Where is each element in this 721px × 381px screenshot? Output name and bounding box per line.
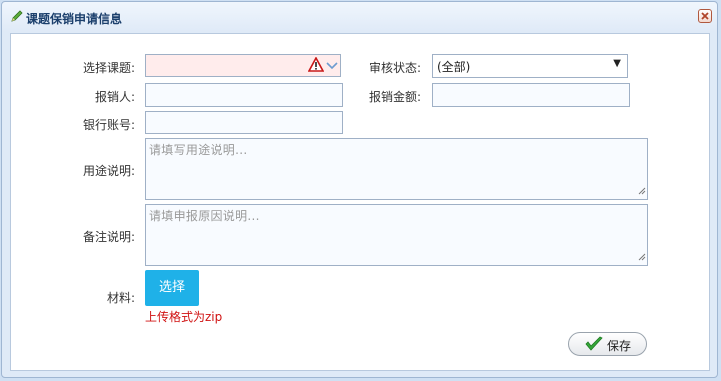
- pencil-icon: [10, 9, 24, 23]
- chevron-down-icon[interactable]: [326, 60, 338, 74]
- purpose-placeholder: 请填写用途说明...: [149, 143, 248, 157]
- upload-select-button[interactable]: 选择: [145, 270, 199, 306]
- purpose-label: 用途说明:: [82, 164, 135, 178]
- resize-grip-icon[interactable]: [638, 250, 646, 264]
- close-icon[interactable]: [698, 9, 712, 23]
- dialog-titlebar: 课题保销申请信息: [2, 2, 717, 32]
- warning-icon: [307, 56, 325, 75]
- status-selected-value: (全部): [437, 60, 471, 74]
- amount-input[interactable]: [432, 83, 630, 107]
- remark-placeholder: 请填申报原因说明...: [149, 209, 260, 223]
- remark-textarea[interactable]: 请填申报原因说明...: [145, 204, 648, 266]
- remark-label: 备注说明:: [82, 230, 135, 244]
- purpose-textarea[interactable]: 请填写用途说明...: [145, 138, 648, 200]
- resize-grip-icon[interactable]: [638, 184, 646, 198]
- upload-format-hint: 上传格式为zip: [145, 310, 223, 324]
- topic-label: 选择课题:: [82, 61, 135, 75]
- dialog-title: 课题保销申请信息: [26, 12, 123, 26]
- status-label: 审核状态:: [368, 61, 421, 75]
- account-label: 银行账号:: [82, 118, 135, 132]
- save-button[interactable]: 保存: [568, 332, 647, 356]
- amount-label: 报销金额:: [368, 90, 421, 104]
- status-select[interactable]: (全部) ▼: [432, 54, 628, 78]
- dropdown-arrow-icon: ▼: [613, 58, 621, 69]
- material-label: 材料:: [106, 291, 135, 305]
- claimant-label: 报销人:: [94, 90, 135, 104]
- account-input[interactable]: [145, 111, 343, 134]
- save-label: 保存: [607, 339, 632, 353]
- dialog-window: 课题保销申请信息 选择课题: 审核状态: (全部) ▼ 报销人: 报销金额: 银…: [1, 1, 718, 378]
- claimant-input[interactable]: [145, 83, 343, 107]
- topic-combobox[interactable]: [145, 54, 341, 77]
- checkmark-icon: [585, 336, 603, 355]
- form-panel: 选择课题: 审核状态: (全部) ▼ 报销人: 报销金额: 银行账号: 用途说明…: [10, 33, 710, 371]
